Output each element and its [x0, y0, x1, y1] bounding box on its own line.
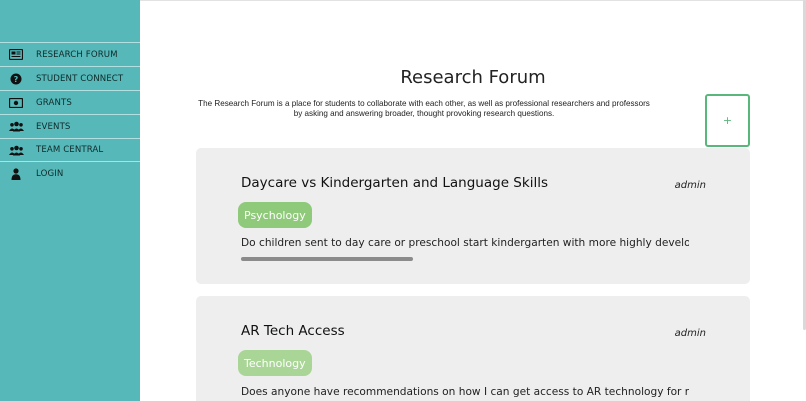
money-bill-icon — [8, 96, 24, 110]
post-card[interactable]: AR Tech Access admin Technology Does any… — [196, 296, 750, 401]
sidebar-menu: RESEARCH FORUM ? STUDENT CONNECT GRANTS … — [0, 42, 140, 186]
top-divider — [140, 0, 806, 1]
sidebar-item-grants[interactable]: GRANTS — [0, 90, 140, 114]
newspaper-icon — [8, 48, 24, 62]
description-line: by asking and answering broader, thought… — [293, 108, 555, 118]
sidebar-item-login[interactable]: LOGIN — [0, 162, 140, 186]
sidebar: RESEARCH FORUM ? STUDENT CONNECT GRANTS … — [0, 0, 140, 401]
sidebar-item-events[interactable]: EVENTS — [0, 114, 140, 138]
sidebar-item-team-central[interactable]: TEAM CENTRAL — [0, 138, 140, 162]
post-title[interactable]: Daycare vs Kindergarten and Language Ski… — [241, 175, 548, 191]
svg-text:?: ? — [14, 75, 19, 84]
sidebar-item-label: LOGIN — [36, 169, 64, 179]
post-title[interactable]: AR Tech Access — [241, 323, 345, 339]
sidebar-item-label: RESEARCH FORUM — [36, 49, 118, 60]
post-body-scrollbar[interactable] — [241, 257, 413, 261]
post-body: Do children sent to day care or preschoo… — [241, 237, 689, 249]
sidebar-item-research-forum[interactable]: RESEARCH FORUM — [0, 42, 140, 66]
page-description: The Research Forum is a place for studen… — [194, 99, 654, 118]
post-tag[interactable]: Psychology — [238, 202, 312, 228]
post-body: Does anyone have recommendations on how … — [241, 386, 689, 398]
sidebar-item-label: STUDENT CONNECT — [36, 73, 124, 84]
description-line: The Research Forum is a place for studen… — [198, 99, 650, 108]
sidebar-item-label: GRANTS — [36, 97, 72, 108]
users-icon — [8, 143, 24, 157]
post-tag[interactable]: Technology — [238, 350, 312, 376]
post-author: admin — [674, 180, 706, 191]
question-circle-icon: ? — [8, 72, 24, 86]
user-icon — [8, 167, 24, 181]
sidebar-item-label: EVENTS — [36, 121, 71, 132]
users-icon — [8, 120, 24, 134]
page-title: Research Forum — [400, 67, 546, 88]
post-card[interactable]: Daycare vs Kindergarten and Language Ski… — [196, 148, 750, 284]
post-author: admin — [674, 328, 706, 339]
sidebar-item-student-connect[interactable]: ? STUDENT CONNECT — [0, 66, 140, 90]
sidebar-item-label: TEAM CENTRAL — [36, 145, 104, 155]
add-post-button[interactable]: + — [705, 94, 750, 147]
